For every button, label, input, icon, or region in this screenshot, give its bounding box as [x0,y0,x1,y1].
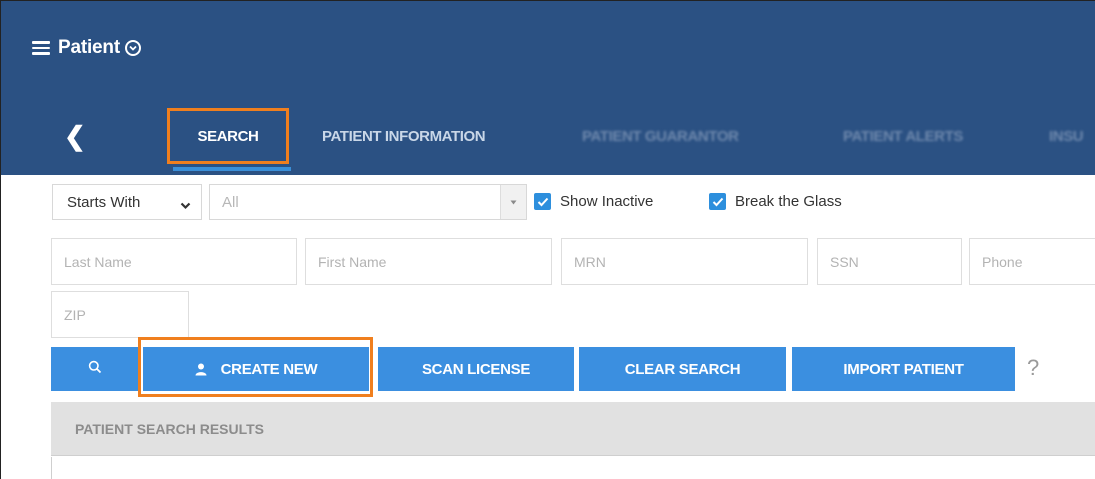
first-name-field[interactable]: First Name [305,238,552,285]
tab-patient-guarantor[interactable]: PATIENT GUARANTOR [582,128,739,145]
tab-patient-information[interactable]: PATIENT INFORMATION [322,128,486,145]
help-icon[interactable]: ? [1027,355,1039,381]
search-icon [88,360,102,378]
chevron-down-icon [180,197,191,214]
tab-search-label: SEARCH [197,127,259,145]
show-inactive-group[interactable]: Show Inactive [534,193,653,210]
results-title: PATIENT SEARCH RESULTS [75,420,265,437]
app-header: Patient ❮ SEARCH PATIENT INFORMATION PAT… [1,1,1095,175]
last-name-field[interactable]: Last Name [51,238,297,285]
clear-search-button[interactable]: CLEAR SEARCH [579,347,786,391]
search-button[interactable] [51,347,138,391]
break-the-glass-group[interactable]: Break the Glass [709,193,842,210]
match-mode-select[interactable]: Starts With [52,184,202,220]
hamburger-menu-icon[interactable] [32,41,50,55]
create-new-highlight [138,337,373,397]
tab-search[interactable]: SEARCH [167,108,289,164]
scope-value: All [222,193,239,211]
app-frame: Patient ❮ SEARCH PATIENT INFORMATION PAT… [0,0,1095,479]
page-title: Patient [58,37,120,58]
chevron-circle-icon[interactable] [124,40,141,56]
show-inactive-checkbox[interactable] [534,193,551,210]
break-the-glass-label: Break the Glass [735,193,842,210]
scope-select[interactable]: All [209,184,527,220]
break-the-glass-checkbox[interactable] [709,193,726,210]
ssn-field[interactable]: SSN [817,238,962,285]
results-body [51,457,1095,479]
active-tab-indicator [173,167,291,171]
tab-patient-alerts[interactable]: PATIENT ALERTS [843,128,963,145]
match-mode-value: Starts With [67,193,141,211]
results-header: PATIENT SEARCH RESULTS [51,402,1095,456]
zip-field[interactable]: ZIP [51,291,189,338]
import-patient-button[interactable]: IMPORT PATIENT [792,347,1015,391]
phone-field[interactable]: Phone [969,238,1095,285]
tab-insurance[interactable]: INSU [1049,128,1084,145]
scan-license-button[interactable]: SCAN LICENSE [378,347,574,391]
show-inactive-label: Show Inactive [560,193,654,210]
title-row: Patient [32,37,141,59]
chevron-left-icon[interactable]: ❮ [64,123,86,149]
dropdown-arrow-icon[interactable] [500,185,526,219]
mrn-field[interactable]: MRN [561,238,808,285]
